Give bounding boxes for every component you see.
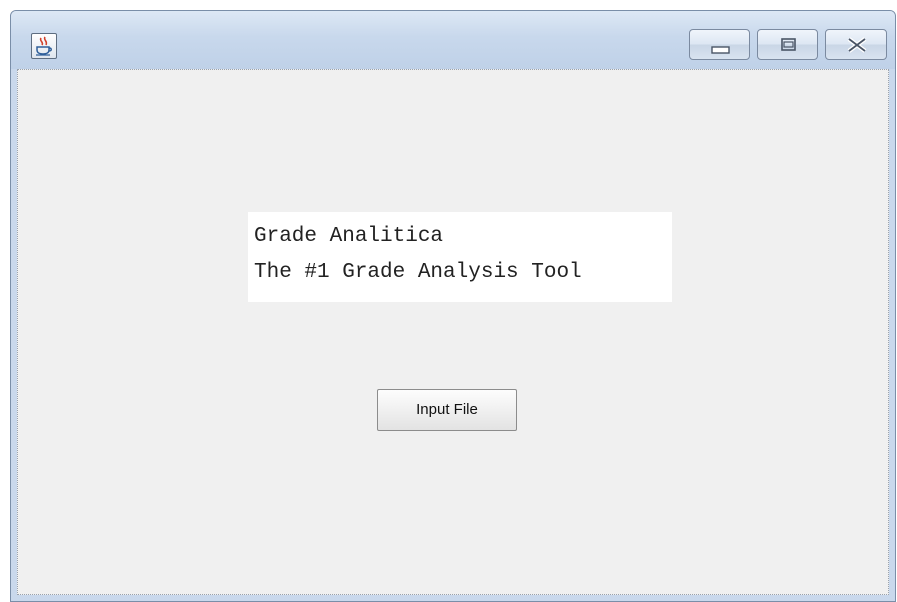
close-icon: [847, 37, 867, 53]
maximize-icon: [781, 38, 796, 51]
app-title: Grade Analitica: [254, 225, 444, 248]
content-panel: Grade Analitica The #1 Grade Analysis To…: [17, 69, 889, 595]
close-button[interactable]: [825, 29, 887, 60]
input-file-button[interactable]: Input File: [377, 389, 517, 431]
app-tagline: The #1 Grade Analysis Tool: [254, 261, 582, 284]
title-bar[interactable]: [11, 11, 895, 69]
java-icon[interactable]: [31, 33, 57, 59]
minimize-button[interactable]: [689, 29, 750, 60]
title-label: Grade Analitica The #1 Grade Analysis To…: [248, 212, 672, 302]
app-window: Grade Analitica The #1 Grade Analysis To…: [10, 10, 896, 602]
maximize-button[interactable]: [757, 29, 818, 60]
minimize-icon: [711, 46, 730, 54]
